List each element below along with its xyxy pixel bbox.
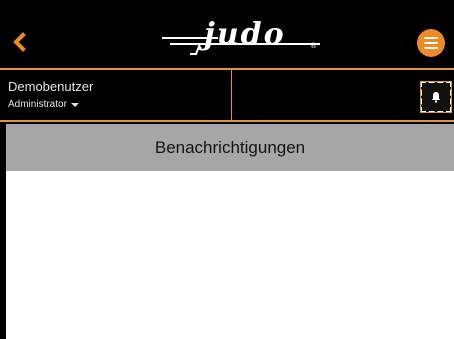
svg-text:judo: judo (199, 20, 286, 52)
chevron-left-icon (13, 32, 26, 52)
user-name: Demobenutzer (8, 79, 94, 94)
caret-down-icon (70, 102, 79, 107)
menu-button[interactable] (417, 29, 445, 57)
role-dropdown[interactable]: Administrator (8, 99, 79, 110)
svg-text:®: ® (310, 42, 317, 50)
notifications-list (6, 171, 454, 339)
divider (231, 70, 232, 120)
back-button[interactable] (8, 30, 32, 54)
hamburger-icon (424, 37, 438, 39)
divider (0, 120, 454, 122)
section-header: Benachrichtigungen (6, 124, 454, 171)
notifications-button[interactable] (420, 81, 452, 113)
judo-logo: judo ® (160, 17, 330, 60)
page-title: Benachrichtigungen (154, 137, 306, 157)
user-role: Administrator (8, 99, 67, 110)
bell-icon (431, 92, 441, 103)
divider (0, 68, 454, 70)
